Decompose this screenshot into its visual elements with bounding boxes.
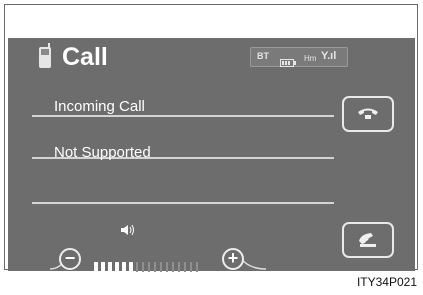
off-hook-button[interactable] <box>342 96 394 132</box>
status-bar: BT Hm Y.ıl <box>250 47 348 67</box>
volume-segment <box>101 262 105 272</box>
phone-hangup-icon <box>358 108 378 119</box>
figure-code: ITY34P021 <box>356 275 417 289</box>
volume-level-bar[interactable] <box>94 262 202 280</box>
signal-strength-icon: Y.ıl <box>321 50 337 62</box>
call-item-2-label[interactable]: Not Supported <box>54 144 151 161</box>
volume-segment <box>94 262 98 272</box>
page-title: Call <box>62 43 108 71</box>
volume-segment <box>166 262 168 272</box>
volume-segment <box>154 262 156 272</box>
call-line-1 <box>32 115 334 117</box>
volume-segment <box>142 262 144 272</box>
phone-icon <box>359 233 376 247</box>
volume-up-button[interactable]: + <box>222 248 244 270</box>
volume-segment <box>196 262 198 272</box>
volume-segment <box>115 262 119 272</box>
call-item-1-label[interactable]: Incoming Call <box>54 98 145 115</box>
volume-segment <box>190 262 192 272</box>
volume-segment <box>108 262 112 272</box>
send-button[interactable] <box>342 222 394 258</box>
bluetooth-indicator: BT <box>257 51 269 61</box>
home-network-indicator: Hm <box>304 54 317 63</box>
volume-segment <box>172 262 174 272</box>
battery-icon <box>280 54 296 72</box>
volume-segment <box>122 262 126 272</box>
volume-segment <box>129 262 133 272</box>
volume-segment <box>184 262 186 272</box>
mobile-phone-icon <box>38 43 52 74</box>
volume-segment <box>148 262 150 272</box>
volume-segment <box>160 262 162 272</box>
volume-segment <box>178 262 180 272</box>
volume-segment <box>136 262 138 272</box>
call-line-3 <box>32 202 334 204</box>
call-screen: Call BT Hm Y.ıl Incoming Call Not Suppor… <box>8 38 415 272</box>
volume-down-button[interactable]: − <box>59 248 81 270</box>
